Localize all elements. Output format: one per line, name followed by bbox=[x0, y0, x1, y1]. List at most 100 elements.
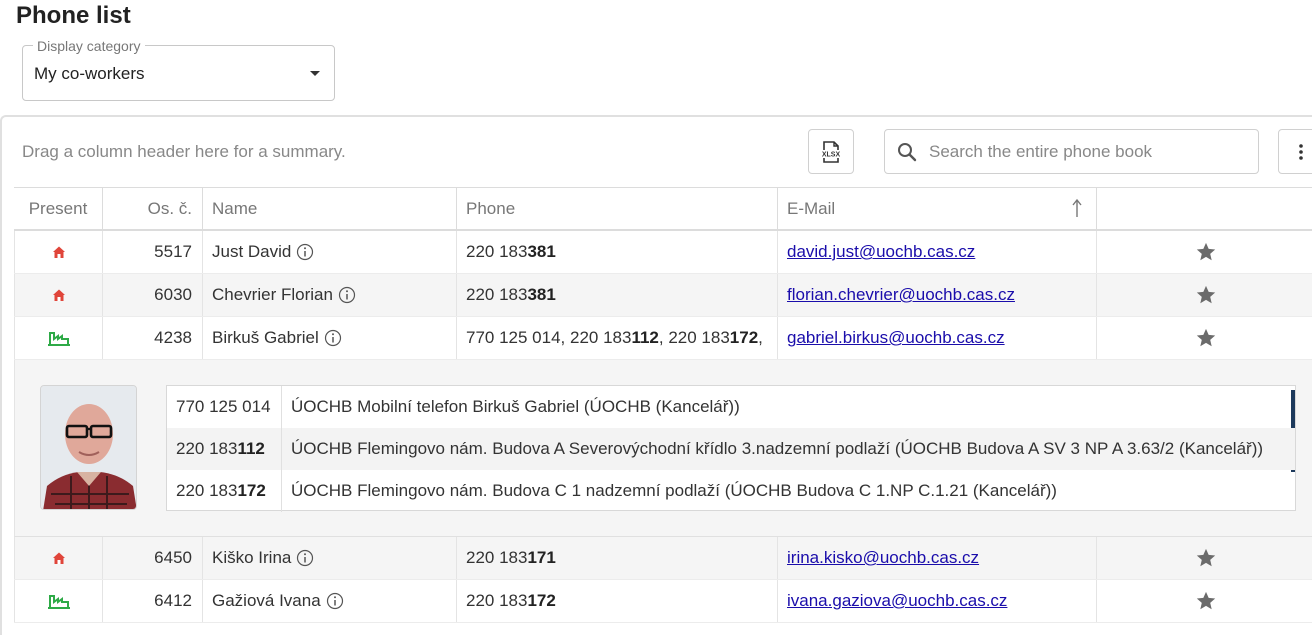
personal-number: 4238 bbox=[103, 317, 203, 359]
name-cell: Chevrier Florian bbox=[203, 274, 457, 316]
favorite-cell bbox=[1097, 537, 1312, 579]
email-link[interactable]: ivana.gaziova@uochb.cas.cz bbox=[787, 591, 1007, 611]
person-name: Gažiová Ivana bbox=[212, 591, 321, 610]
favorite-cell bbox=[1097, 317, 1312, 359]
phone-extension: 172 bbox=[527, 591, 556, 610]
table-row[interactable]: 6412 Gažiová Ivana 220 183 172 ivana.gaziov… bbox=[14, 580, 1312, 623]
presence-cell bbox=[14, 580, 103, 622]
phone-number-prefix: 770 125 014, 220 183 bbox=[466, 328, 632, 347]
presence-cell bbox=[14, 231, 103, 273]
table-row[interactable]: 6450 Kiško Irina 220 183 171 irina.kisko@uo… bbox=[14, 537, 1312, 580]
group-panel-hint: Drag a column header here for a summary. bbox=[22, 142, 346, 161]
search-icon bbox=[898, 143, 917, 162]
home-icon bbox=[52, 552, 65, 564]
column-header-name[interactable]: Name bbox=[203, 188, 457, 229]
column-header-email[interactable]: E-Mail bbox=[778, 188, 1097, 229]
phone-cell: 220 183 381 bbox=[457, 231, 778, 273]
favorite-cell bbox=[1097, 231, 1312, 273]
svg-text:XLSX: XLSX bbox=[822, 151, 841, 158]
detail-phone-description: ÚOCHB Mobilní telefon Birkuš Gabriel (ÚO… bbox=[291, 397, 740, 416]
info-icon[interactable] bbox=[324, 329, 342, 347]
export-xlsx-button[interactable]: XLSX bbox=[808, 129, 854, 174]
email-link[interactable]: david.just@uochb.cas.cz bbox=[787, 242, 975, 262]
phonebook-search[interactable] bbox=[884, 129, 1259, 174]
detail-row: 770 125 014 ÚOCHB Mobilní telefon Birkuš … bbox=[14, 360, 1312, 537]
phone-number-prefix: 220 183 bbox=[176, 439, 238, 458]
detail-phone-row: 220 183 112 ÚOCHB Flemingovo nám. Budova … bbox=[167, 428, 1295, 470]
table-row[interactable]: 6030 Chevrier Florian 220 183 381 florian.c… bbox=[14, 274, 1312, 317]
info-icon[interactable] bbox=[338, 286, 356, 304]
phone-number-prefix: , 220 183 bbox=[658, 328, 730, 347]
phone-cell: 220 183 171 bbox=[457, 537, 778, 579]
detail-phone-description: ÚOCHB Flemingovo nám. Budova A Severovýc… bbox=[291, 439, 1264, 458]
presence-cell bbox=[14, 537, 103, 579]
phone-cell: 770 125 014, 220 183 112, 220 183 172, bbox=[457, 317, 778, 359]
phone-grid: Present Os. č. Name Phone E-Mail 5517 Jus… bbox=[14, 187, 1312, 623]
column-header-email-label: E-Mail bbox=[787, 198, 836, 218]
presence-cell bbox=[14, 317, 103, 359]
phone-extension: 112 bbox=[631, 328, 659, 347]
email-link[interactable]: irina.kisko@uochb.cas.cz bbox=[787, 548, 979, 568]
email-cell: florian.chevrier@uochb.cas.cz bbox=[778, 274, 1097, 316]
table-row[interactable]: 4238 Birkuš Gabriel 770 125 014, 220 183 1… bbox=[14, 317, 1312, 360]
phone-number-prefix: 220 183 bbox=[466, 285, 528, 304]
phone-number-prefix: 220 183 bbox=[466, 242, 528, 261]
xlsx-export-icon: XLSX bbox=[821, 140, 841, 163]
email-link[interactable]: gabriel.birkus@uochb.cas.cz bbox=[787, 328, 1005, 348]
name-cell: Gažiová Ivana bbox=[203, 580, 457, 622]
detail-phone-description: ÚOCHB Flemingovo nám. Budova C 1 nadzemn… bbox=[291, 481, 1057, 500]
table-row[interactable]: 5517 Just David 220 183 381 david.just@uoch… bbox=[14, 231, 1312, 274]
home-icon bbox=[52, 289, 65, 301]
more-options-button[interactable] bbox=[1278, 129, 1312, 174]
page-title: Phone list bbox=[16, 2, 131, 29]
email-cell: ivana.gaziova@uochb.cas.cz bbox=[778, 580, 1097, 622]
office-icon bbox=[47, 332, 70, 346]
phone-extension: 172 bbox=[729, 328, 759, 347]
person-photo bbox=[40, 385, 137, 510]
detail-phone-table: 770 125 014 ÚOCHB Mobilní telefon Birkuš … bbox=[166, 385, 1296, 512]
personal-number: 6412 bbox=[103, 580, 203, 622]
info-icon[interactable] bbox=[326, 592, 344, 610]
star-icon[interactable] bbox=[1195, 284, 1217, 306]
email-link[interactable]: florian.chevrier@uochb.cas.cz bbox=[787, 285, 1015, 305]
favorite-cell bbox=[1097, 580, 1312, 622]
column-header-favorite bbox=[1097, 188, 1312, 229]
email-cell: david.just@uochb.cas.cz bbox=[778, 231, 1097, 273]
name-cell: Kiško Irina bbox=[203, 537, 457, 579]
info-icon[interactable] bbox=[296, 243, 314, 261]
home-icon bbox=[52, 246, 65, 258]
office-icon bbox=[47, 595, 70, 609]
grid-rows: 5517 Just David 220 183 381 david.just@uoch… bbox=[14, 231, 1312, 360]
star-icon[interactable] bbox=[1195, 241, 1217, 263]
detail-phone-number: 220 183 172 bbox=[167, 470, 282, 512]
phone-extension: 172 bbox=[237, 481, 266, 500]
search-input[interactable] bbox=[927, 139, 1247, 165]
column-header-present[interactable]: Present bbox=[14, 188, 103, 229]
phone-number-prefix: , bbox=[758, 328, 763, 347]
phone-extension: 381 bbox=[527, 242, 556, 261]
phone-extension: 171 bbox=[527, 548, 556, 567]
person-name: Just David bbox=[212, 242, 292, 261]
star-icon[interactable] bbox=[1195, 547, 1217, 569]
category-select[interactable]: Display category My co-workers bbox=[22, 38, 335, 101]
phone-extension: 381 bbox=[527, 285, 556, 304]
detail-phone-row: 770 125 014 ÚOCHB Mobilní telefon Birkuš … bbox=[167, 386, 1295, 428]
email-cell: irina.kisko@uochb.cas.cz bbox=[778, 537, 1097, 579]
personal-number: 6030 bbox=[103, 274, 203, 316]
sort-ascending-icon[interactable] bbox=[1072, 198, 1082, 218]
star-icon[interactable] bbox=[1195, 590, 1217, 612]
info-icon[interactable] bbox=[296, 549, 314, 567]
column-header-phone[interactable]: Phone bbox=[457, 188, 778, 229]
star-icon[interactable] bbox=[1195, 327, 1217, 349]
category-select-value: My co-workers bbox=[34, 64, 145, 83]
column-header-osc[interactable]: Os. č. bbox=[103, 188, 203, 229]
detail-phone-number: 770 125 014 bbox=[167, 386, 282, 428]
more-vertical-icon bbox=[1299, 144, 1303, 160]
presence-cell bbox=[14, 274, 103, 316]
phone-extension: 112 bbox=[237, 439, 265, 458]
detail-phone-number: 220 183 112 bbox=[167, 428, 282, 470]
category-select-label: Display category bbox=[33, 38, 145, 54]
phone-number-prefix: 220 183 bbox=[176, 481, 238, 500]
grid-rows-continued: 6450 Kiško Irina 220 183 171 irina.kisko@uo… bbox=[14, 537, 1312, 623]
person-name: Birkuš Gabriel bbox=[212, 328, 319, 347]
